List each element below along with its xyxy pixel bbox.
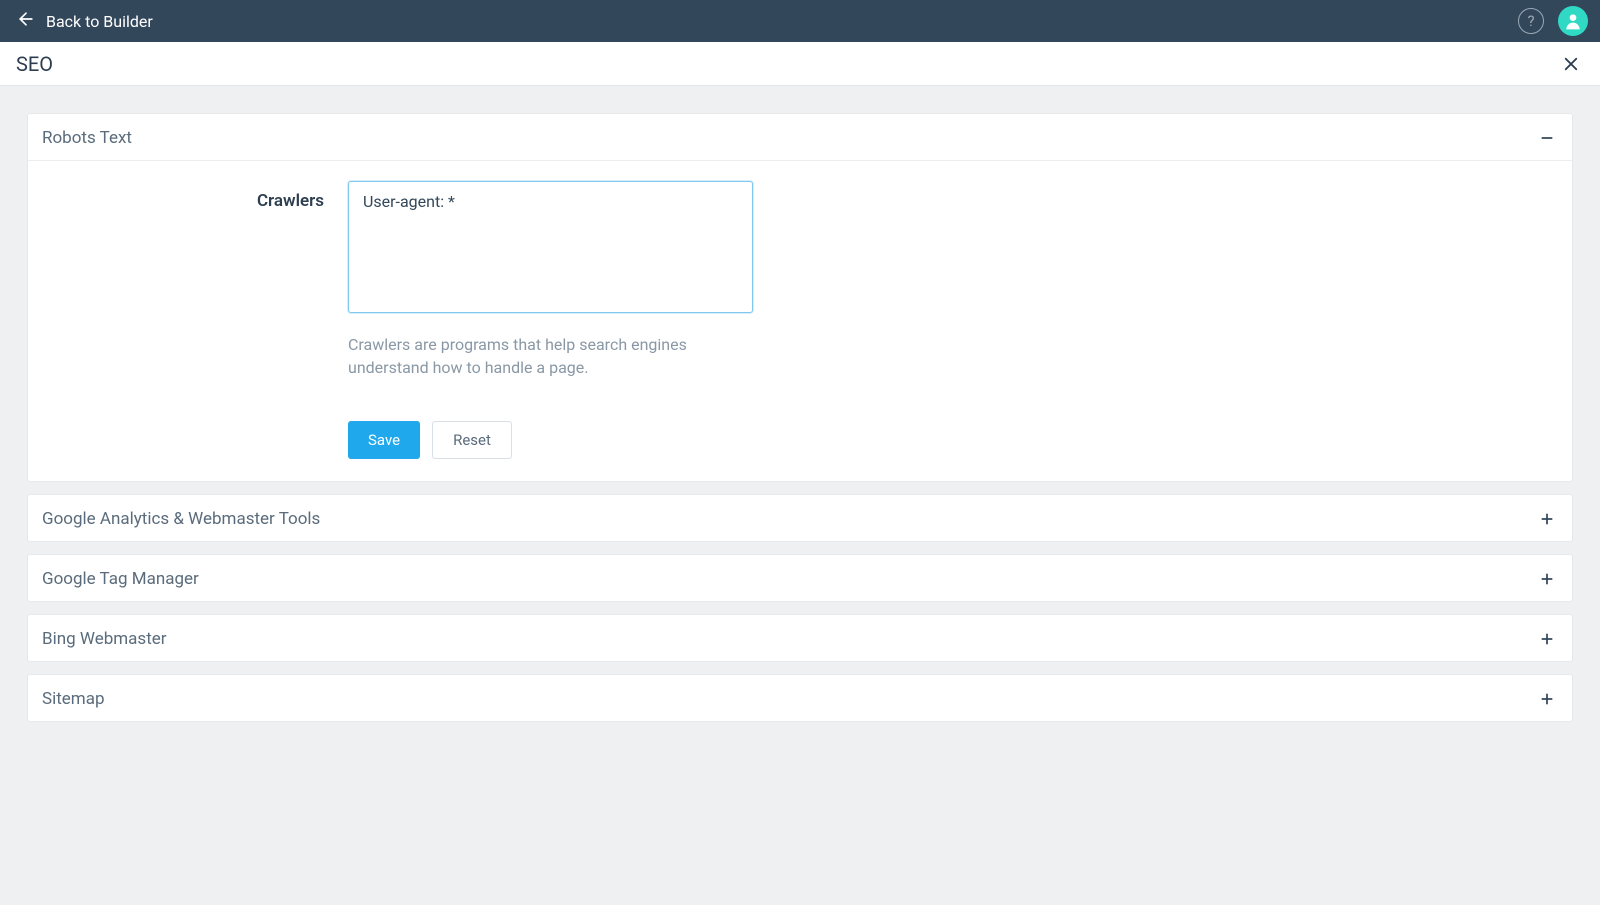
- panel-title-google-analytics: Google Analytics & Webmaster Tools: [42, 509, 320, 529]
- panel-bing-webmaster: Bing Webmaster: [28, 615, 1572, 661]
- crawlers-help-text: Crawlers are programs that help search e…: [348, 333, 748, 379]
- close-icon[interactable]: [1558, 51, 1584, 77]
- crawlers-row: Crawlers Crawlers are programs that help…: [28, 181, 1572, 459]
- avatar[interactable]: [1558, 6, 1588, 36]
- panel-title-google-tag-manager: Google Tag Manager: [42, 569, 199, 589]
- panel-title-robots-text: Robots Text: [42, 128, 132, 148]
- content-area: Robots Text Crawlers Crawlers are progra…: [0, 86, 1600, 749]
- panel-robots-text: Robots Text Crawlers Crawlers are progra…: [28, 114, 1572, 481]
- minus-icon: [1540, 131, 1554, 145]
- panel-google-tag-manager: Google Tag Manager: [28, 555, 1572, 601]
- back-to-builder-link[interactable]: Back to Builder: [16, 9, 153, 33]
- panel-header-bing-webmaster[interactable]: Bing Webmaster: [28, 615, 1572, 661]
- plus-icon: [1540, 572, 1554, 586]
- help-icon[interactable]: ?: [1518, 8, 1544, 34]
- panel-title-sitemap: Sitemap: [42, 689, 105, 709]
- panel-google-analytics: Google Analytics & Webmaster Tools: [28, 495, 1572, 541]
- top-right: ?: [1518, 6, 1588, 36]
- back-label: Back to Builder: [46, 12, 153, 31]
- crawlers-control: Crawlers are programs that help search e…: [348, 181, 753, 459]
- panel-header-google-analytics[interactable]: Google Analytics & Webmaster Tools: [28, 495, 1572, 541]
- plus-icon: [1540, 632, 1554, 646]
- top-bar: Back to Builder ?: [0, 0, 1600, 42]
- arrow-left-icon: [16, 9, 36, 33]
- page-title: SEO: [16, 52, 53, 76]
- save-button[interactable]: Save: [348, 421, 420, 459]
- page-header: SEO: [0, 42, 1600, 86]
- crawlers-label: Crawlers: [68, 181, 348, 211]
- plus-icon: [1540, 512, 1554, 526]
- panel-header-sitemap[interactable]: Sitemap: [28, 675, 1572, 721]
- crawlers-textarea[interactable]: [348, 181, 753, 313]
- reset-button[interactable]: Reset: [432, 421, 512, 459]
- button-row: Save Reset: [348, 421, 753, 459]
- panel-sitemap: Sitemap: [28, 675, 1572, 721]
- panel-header-robots-text[interactable]: Robots Text: [28, 114, 1572, 161]
- panel-header-google-tag-manager[interactable]: Google Tag Manager: [28, 555, 1572, 601]
- plus-icon: [1540, 692, 1554, 706]
- panel-title-bing-webmaster: Bing Webmaster: [42, 629, 167, 649]
- panel-body-robots-text: Crawlers Crawlers are programs that help…: [28, 161, 1572, 481]
